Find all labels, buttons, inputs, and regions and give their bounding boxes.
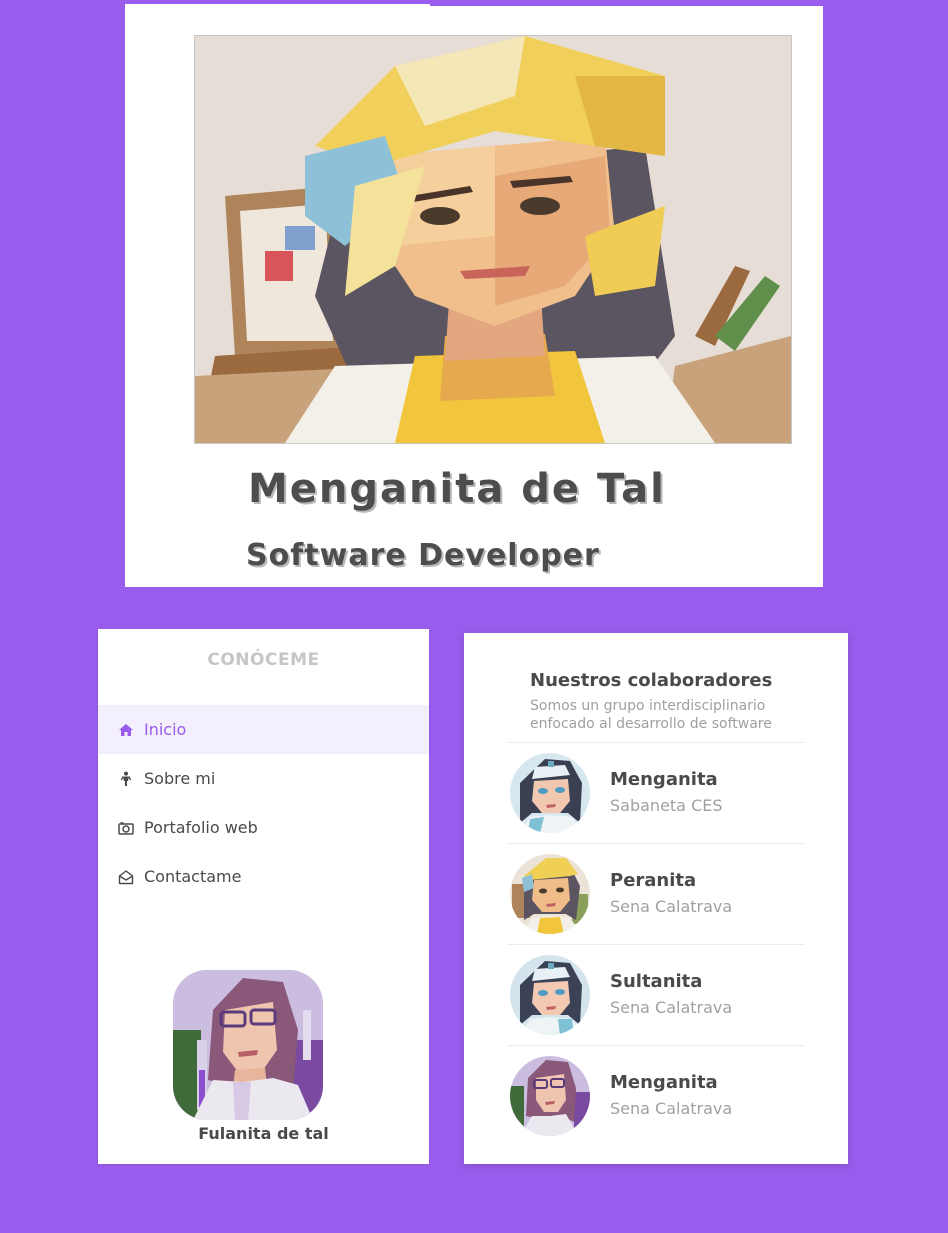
collaborator-item[interactable]: Menganita Sena Calatrava [508,1045,804,1146]
collaborator-org: Sena Calatrava [610,998,733,1017]
sidebar-item-label: Sobre mi [144,769,216,788]
nurse-avatar-illustration [510,955,590,1035]
collaborator-org: Sena Calatrava [610,1099,733,1118]
collaborator-avatar [510,854,590,934]
collaborator-avatar [510,955,590,1035]
sidebar-item-portafolio-web[interactable]: Portafolio web [98,803,429,852]
collaborator-org: Sabaneta CES [610,796,723,815]
hero-card: Menganita de Tal Software Developer [125,4,914,587]
sidebar-item-label: Inicio [144,720,187,739]
sidebar-item-sobre-mi[interactable]: Sobre mi [98,754,429,803]
collaborator-org: Sena Calatrava [610,897,733,916]
sidebar-card: CONÓCEME Inicio Sobre mi Portafolio web … [98,629,429,1164]
hero-portrait-image [194,35,792,444]
sidebar-item-label: Portafolio web [144,818,258,837]
sidebar-item-contactame[interactable]: Contactame [98,852,429,901]
collaborators-card: Nuestros colaboradores Somos un grupo in… [464,633,848,1164]
scientist-avatar-illustration [510,1056,590,1136]
person-icon [118,771,134,787]
sidebar-item-inicio[interactable]: Inicio [98,705,429,754]
collaborator-item[interactable]: Menganita Sabaneta CES [508,742,804,843]
hero-name-heading: Menganita de Tal [248,466,666,512]
scientist-portrait-illustration [173,970,323,1120]
hero-top-divider [430,4,914,6]
hero-role-heading: Software Developer [246,538,600,573]
profile-avatar [173,970,323,1120]
collaborator-avatar [510,1056,590,1136]
painter-portrait-illustration [195,36,791,443]
envelope-open-icon [118,869,134,885]
sidebar-title: CONÓCEME [207,650,320,670]
collaborator-name: Peranita [610,870,697,891]
nurse-avatar-illustration [510,753,590,833]
painter-avatar-illustration [510,854,590,934]
collaborator-name: Sultanita [610,971,703,992]
collaborators-title: Nuestros colaboradores [530,670,773,691]
profile-name: Fulanita de tal [198,1124,329,1143]
collaborators-subtitle: Somos un grupo interdisciplinario enfoca… [530,698,772,732]
collaborator-name: Menganita [610,769,718,790]
camera-icon [118,820,134,836]
collaborator-name: Menganita [610,1072,718,1093]
sidebar-item-label: Contactame [144,867,242,886]
sidebar-nav: Inicio Sobre mi Portafolio web Contactam… [98,705,429,901]
collaborators-list: Menganita Sabaneta CES Peranita Sena Cal… [508,742,804,1146]
collaborator-item[interactable]: Sultanita Sena Calatrava [508,944,804,1045]
home-icon [118,722,134,738]
collaborator-item[interactable]: Peranita Sena Calatrava [508,843,804,944]
collaborator-avatar [510,753,590,833]
